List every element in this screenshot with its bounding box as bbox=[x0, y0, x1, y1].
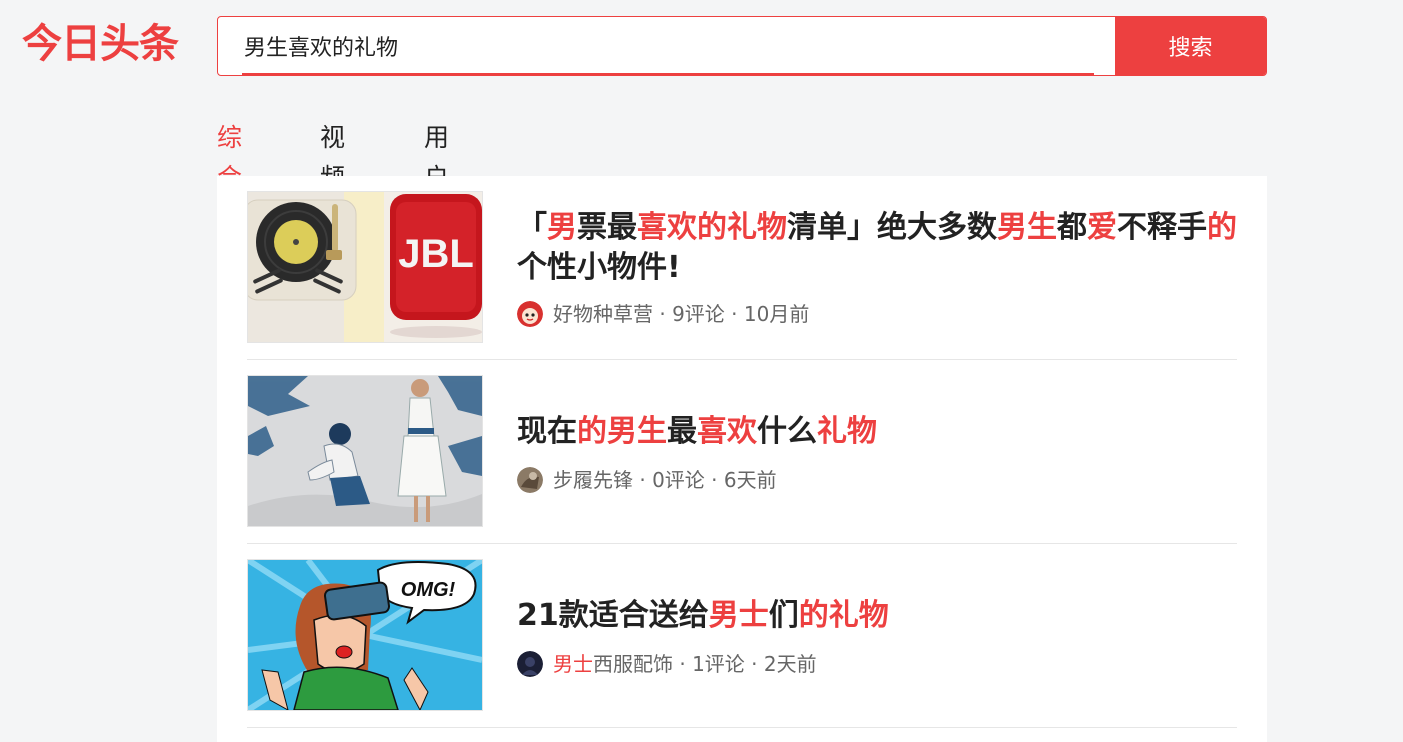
comment-count: 1评论 bbox=[692, 652, 745, 676]
jbl-logo: JBL bbox=[398, 232, 474, 276]
result-title[interactable]: 现在的男生最喜欢什么礼物 bbox=[517, 412, 1237, 452]
search-input-underline bbox=[242, 73, 1094, 75]
search-box: 搜索 bbox=[217, 16, 1267, 76]
result-item[interactable]: JBL 「男票最喜欢的礼物清单」绝大多数男生都爱不释手的个性小物件! 好物种草营… bbox=[247, 176, 1237, 360]
result-title[interactable]: 「男票最喜欢的礼物清单」绝大多数男生都爱不释手的个性小物件! bbox=[517, 208, 1237, 288]
result-meta: 步履先锋 · 0评论 · 6天前 bbox=[517, 466, 777, 494]
kneeling-man-proposal-illustration[interactable] bbox=[247, 375, 483, 527]
author-name[interactable]: 好物种草营 bbox=[553, 302, 653, 326]
result-item[interactable]: 现在的男生最喜欢什么礼物 步履先锋 · 0评论 · 6天前 bbox=[247, 360, 1237, 544]
result-meta: 男士西服配饰 · 1评论 · 2天前 bbox=[517, 650, 817, 678]
search-input[interactable] bbox=[218, 17, 1115, 75]
brown-avatar-icon[interactable] bbox=[517, 466, 543, 493]
result-meta: 好物种草营 · 9评论 · 10月前 bbox=[517, 300, 809, 328]
search-results: JBL 「男票最喜欢的礼物清单」绝大多数男生都爱不释手的个性小物件! 好物种草营… bbox=[217, 176, 1267, 742]
publish-time: 10月前 bbox=[743, 302, 810, 326]
comment-count: 0评论 bbox=[652, 468, 705, 492]
search-button[interactable]: 搜索 bbox=[1115, 17, 1266, 75]
publish-time: 6天前 bbox=[723, 468, 777, 492]
comment-count: 9评论 bbox=[672, 302, 725, 326]
author-name[interactable]: 步履先锋 bbox=[553, 468, 633, 492]
publish-time: 2天前 bbox=[763, 652, 817, 676]
logo[interactable]: 今日头条 bbox=[22, 18, 179, 70]
red-cartoon-avatar-icon[interactable] bbox=[517, 300, 543, 327]
author-highlight[interactable]: 男士 bbox=[553, 652, 593, 676]
record-player-and-speaker-image[interactable]: JBL bbox=[247, 191, 483, 343]
vr-headset-pop-art-illustration[interactable]: OMG! bbox=[247, 559, 483, 711]
result-item[interactable]: OMG! 21款适合送给男士们的礼物 男士西服配饰 · 1评论 · 2天前 bbox=[247, 544, 1237, 728]
author-name[interactable]: 西服配饰 bbox=[593, 652, 673, 676]
result-title[interactable]: 21款适合送给男士们的礼物 bbox=[517, 596, 1237, 636]
dark-avatar-icon[interactable] bbox=[517, 650, 543, 677]
omg-speech-bubble: OMG! bbox=[401, 579, 456, 601]
